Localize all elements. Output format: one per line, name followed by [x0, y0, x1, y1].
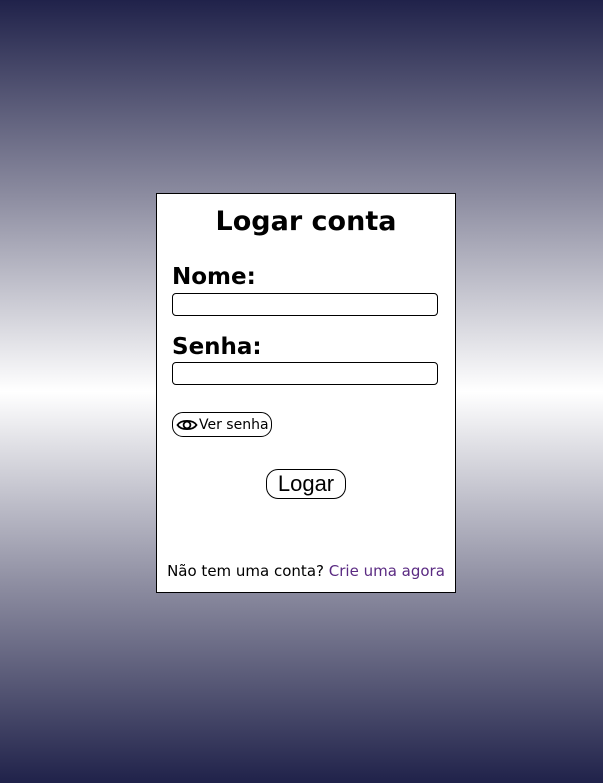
page-title: Logar conta	[215, 206, 397, 237]
signup-prompt-text: Não tem uma conta?	[167, 562, 324, 580]
login-card: Logar conta Nome: Senha: Ver senha Logar…	[156, 193, 456, 593]
show-password-label: Ver senha	[199, 416, 269, 433]
eye-icon	[176, 417, 198, 433]
show-password-button[interactable]: Ver senha	[172, 412, 272, 437]
signup-prompt: Não tem uma conta? Crie uma agora	[157, 562, 455, 580]
password-label: Senha:	[172, 334, 262, 360]
signup-link[interactable]: Crie uma agora	[329, 562, 445, 580]
name-label: Nome:	[172, 264, 256, 290]
password-input[interactable]	[172, 362, 438, 385]
login-button[interactable]: Logar	[266, 469, 346, 499]
name-input[interactable]	[172, 293, 438, 316]
